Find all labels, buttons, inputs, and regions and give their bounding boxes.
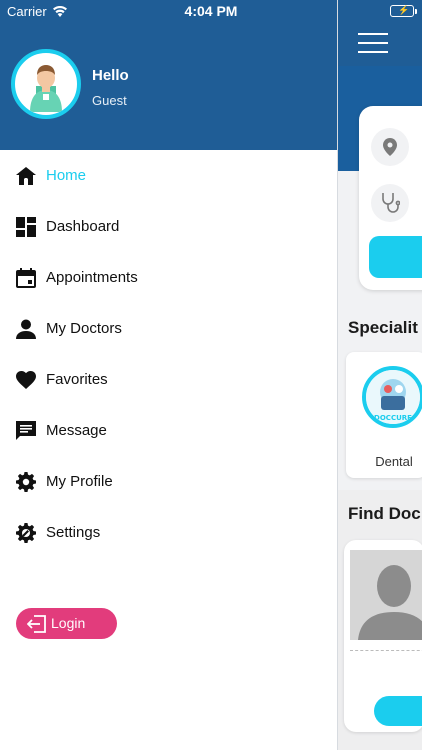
speciality-label: Dental: [375, 454, 413, 469]
menu-label: My Profile: [46, 473, 113, 490]
gear-icon: [15, 471, 37, 493]
svg-text:DOCCURE: DOCCURE: [374, 414, 412, 422]
doccure-logo: DOCCURE: [362, 366, 422, 428]
home-icon: [15, 165, 37, 187]
menu-item-home[interactable]: Home: [0, 150, 337, 201]
login-button[interactable]: Login: [16, 608, 117, 639]
login-label: Login: [51, 615, 86, 631]
doctor-card[interactable]: [344, 540, 422, 732]
find-doctors-title: Find Doc: [348, 504, 421, 523]
menu-label: Home: [46, 167, 87, 184]
menu-item-my-profile[interactable]: My Profile: [0, 456, 337, 507]
hamburger-menu-icon[interactable]: [358, 33, 388, 55]
menu-item-dashboard[interactable]: Dashboard: [0, 201, 337, 252]
avatar[interactable]: [11, 49, 81, 119]
navigation-drawer: Hello Guest Home Dashboard Appointments: [0, 0, 337, 750]
menu-label: Message: [46, 422, 107, 439]
user-name: Guest: [92, 93, 127, 108]
doctor-placeholder-photo: [350, 550, 422, 640]
status-bar: Carrier 4:04 PM ⚡: [0, 0, 422, 22]
menu-item-appointments[interactable]: Appointments: [0, 252, 337, 303]
drawer-header: Hello Guest: [0, 0, 337, 150]
login-icon: [26, 614, 47, 634]
settings-gear-icon: [15, 522, 37, 544]
message-icon: [15, 420, 37, 442]
menu-label: Appointments: [46, 269, 138, 286]
stethoscope-icon[interactable]: [371, 184, 409, 222]
location-pin-icon[interactable]: [371, 128, 409, 166]
menu-item-settings[interactable]: Settings: [0, 507, 337, 558]
menu-item-favorites[interactable]: Favorites: [0, 354, 337, 405]
divider: [350, 650, 422, 651]
menu-item-my-doctors[interactable]: My Doctors: [0, 303, 337, 354]
heart-icon: [15, 369, 37, 391]
menu-label: Dashboard: [46, 218, 120, 235]
menu-label: Settings: [46, 524, 101, 541]
search-card: [359, 106, 422, 290]
book-button[interactable]: [374, 696, 422, 726]
search-button[interactable]: [369, 236, 422, 278]
menu-item-message[interactable]: Message: [0, 405, 337, 456]
background-screen: Specialit DOCCURE Dental Find Doc: [337, 0, 422, 750]
specialities-title: Specialit: [348, 318, 418, 337]
user-avatar-icon: [30, 65, 62, 112]
person-icon: [15, 318, 37, 340]
dashboard-icon: [15, 216, 37, 238]
battery-icon: ⚡: [390, 5, 417, 17]
greeting: Hello: [92, 67, 129, 84]
calendar-icon: [15, 267, 37, 289]
menu-label: My Doctors: [46, 320, 122, 337]
speciality-card-dental[interactable]: DOCCURE Dental: [346, 352, 422, 478]
menu-label: Favorites: [46, 371, 108, 388]
clock: 4:04 PM: [184, 3, 238, 19]
